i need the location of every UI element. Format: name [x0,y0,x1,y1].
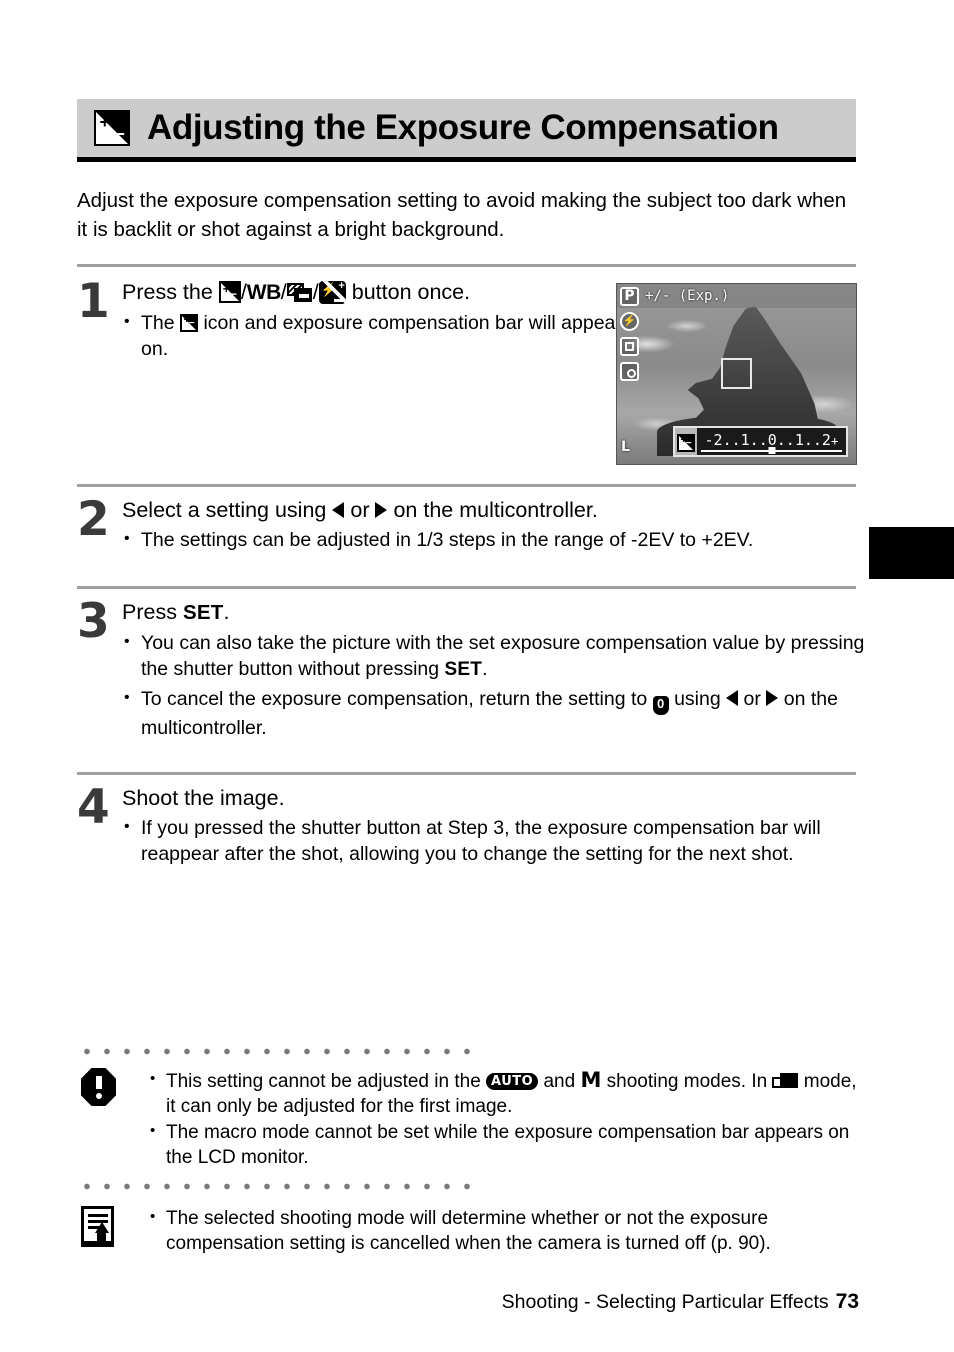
warning-note-list: This setting cannot be adjusted in the A… [148,1066,867,1170]
divider-step2 [77,484,856,487]
step-4-heading: Shoot the image. [122,786,285,810]
chapter-tab-marker [869,527,954,579]
divider-step3 [77,586,856,589]
lcd-monitor-screenshot: P +/- (Exp.) ⚡ L + − -2..1..0..1..2 + [616,283,857,465]
single-shot-icon [620,337,639,356]
stitch-assist-icon [772,1073,799,1090]
step-4: 4 Shoot the image. If you pressed the sh… [77,784,867,867]
page-footer: Shooting - Selecting Particular Effects 7… [0,1290,859,1314]
step-1-number: 1 [77,274,110,329]
step-2-head-a: Select a setting using [122,498,327,522]
exposure-compensation-bar: + − -2..1..0..1..2 + [673,426,848,457]
exposure-comp-glyph: + − [677,434,695,452]
step-1-head-suffix: button once. [351,280,471,304]
memo-note-block: The selected shooting mode will determin… [77,1204,867,1257]
exposure-comp-scale: -2..1..0..1..2 + [697,428,846,455]
lcd-top-status-bar: P +/- (Exp.) [617,284,856,308]
step-2-head-b: on the multicontroller. [393,498,598,522]
step-2-heading: Select a setting using or on the multico… [122,496,867,524]
page-header-banner: + − Adjusting the Exposure Compensation [77,99,856,157]
exposure-compensation-icon: + − [94,110,130,146]
page-number: 73 [835,1290,859,1313]
flash-exposure-comp-icon: ⚡+ [318,281,346,304]
step-3-head-pre: Press [122,600,177,624]
flash-off-icon: ⚡ [620,312,639,331]
step-2-bullet-1: The settings can be adjusted in 1/3 step… [122,526,867,553]
warning-icon [81,1068,116,1106]
exposure-comp-icon: + − [218,281,241,303]
manual-page: + − Adjusting the Exposure Compensation … [0,0,954,1352]
bullet-text-b: . [482,658,488,680]
step-4-bullet-1: If you pressed the shutter button at Ste… [122,814,867,867]
step-3-bullet-2: To cancel the exposure compensation, ret… [122,685,867,741]
warning-bullet-2: The macro mode cannot be set while the e… [148,1118,867,1170]
divider-step1 [77,264,856,267]
shooting-mode-icon: P [620,286,639,306]
exposure-comp-icon: + − [675,428,697,455]
bullet-text-a: To cancel the exposure compensation, ret… [141,688,648,710]
intro-paragraph: Adjust the exposure compensation setting… [77,189,847,241]
left-arrow-icon [726,690,739,706]
memo-icon [81,1206,114,1247]
drive-mode-icon [286,283,313,303]
step-1-head-prefix: Press the [122,280,213,304]
step-2-head-or: or [350,498,370,522]
ec-current-marker [768,447,775,454]
divider-step4 [77,772,856,775]
footer-section-title: Shooting - Selecting Particular Effects [501,1291,829,1313]
set-button-label: SET [182,601,224,624]
lcd-exposure-label: +/- (Exp.) [645,288,730,304]
header-underline [77,157,856,162]
af-frame [721,358,752,389]
ec-scale-plus: + [830,432,839,448]
image-quality-icon: L [621,439,630,455]
white-balance-icon: WB [246,281,282,304]
bullet-text-or: or [743,688,761,710]
warning-bullet-1: This setting cannot be adjusted in the A… [148,1066,867,1119]
left-arrow-icon [332,502,345,518]
exposure-comp-icon: + − [180,314,199,332]
manual-mode-icon: M [580,1068,602,1092]
auto-mode-icon: AUTO [486,1073,539,1090]
set-button-label: SET [444,659,483,680]
dotted-divider-memo [77,1183,477,1190]
lcd-side-icon-column: ⚡ [620,312,639,381]
step-4-bullets: If you pressed the shutter button at Ste… [122,814,867,867]
bullet-text-a: You can also take the picture with the s… [141,632,865,680]
memo-note-list: The selected shooting mode will determin… [148,1204,867,1256]
warning-text-c: shooting modes. In [606,1071,768,1092]
step-3-number: 3 [77,594,110,649]
right-arrow-icon [766,690,779,706]
bullet-text-mid: using [674,688,721,710]
memo-bullet-1: The selected shooting mode will determin… [148,1204,867,1256]
right-arrow-icon [375,502,388,518]
step-2-bullets: The settings can be adjusted in 1/3 step… [122,526,867,553]
step-2: 2 Select a setting using or on the multi… [77,496,867,553]
step-3-head-post: . [223,600,230,624]
warning-text-b: and [543,1071,576,1092]
metering-icon [620,362,639,381]
step-3-heading: Press SET. [122,598,867,627]
step-3-bullets: You can also take the picture with the s… [122,629,867,741]
warning-text-a: This setting cannot be adjusted in the [166,1071,481,1092]
step-3-bullet-1: You can also take the picture with the s… [122,629,867,683]
warning-note-block: This setting cannot be adjusted in the A… [77,1066,867,1171]
page-title: Adjusting the Exposure Compensation [147,107,779,147]
step-2-number: 2 [77,492,110,547]
dotted-divider-warning [77,1048,477,1055]
step-3: 3 Press SET. You can also take the pictu… [77,598,867,741]
step-4-number: 4 [77,780,110,835]
bullet-pre: The [141,312,175,334]
zero-setting-icon: 0 [652,696,669,715]
